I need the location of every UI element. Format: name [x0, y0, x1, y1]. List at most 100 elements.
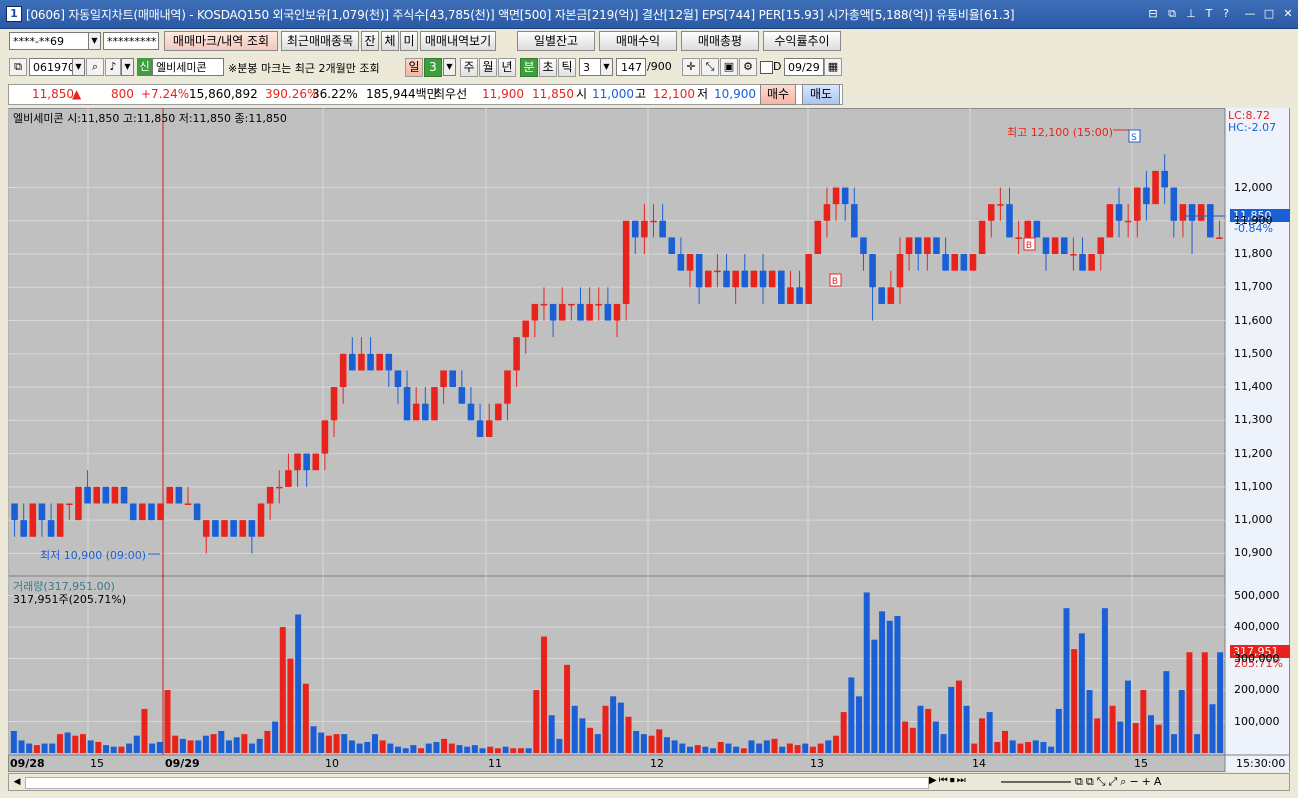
interval-dropdown[interactable]: ▼ [600, 58, 613, 76]
candle-body [303, 453, 310, 471]
period-month[interactable]: 월 [479, 58, 497, 77]
volume-bar [79, 734, 86, 753]
title-bar: 1 [0606] 자동일지차트(매매내역) - KOSDAQ150 외국인보유[… [0, 0, 1298, 29]
mark-query-button[interactable]: 매매마크/내역 조회 [164, 31, 278, 51]
zoom-slider[interactable] [1001, 781, 1071, 783]
candle-body [422, 403, 429, 421]
daily-balance-button[interactable]: 일별잔고 [517, 31, 595, 51]
balance-button[interactable]: 잔 [361, 31, 379, 51]
period-day[interactable]: 일 [405, 58, 423, 77]
stock-code-dropdown[interactable]: ▼ [72, 58, 85, 76]
volume-bar [817, 743, 824, 753]
recent-items-button[interactable]: 최근매매종목 [281, 31, 359, 51]
volume-bar [179, 738, 186, 753]
trade-summary-button[interactable]: 매매총평 [681, 31, 759, 51]
volume-ratio: 390.26% [265, 87, 319, 101]
account-dropdown[interactable]: ▼ [88, 32, 101, 50]
high-annotation: 최고 12,100 (15:00) [1007, 126, 1114, 139]
app-icon[interactable]: 1 [6, 6, 22, 22]
volume-bar [1155, 724, 1162, 753]
unfilled-button[interactable]: 미 [400, 31, 418, 51]
settings-icon[interactable]: ⚙ [739, 58, 757, 76]
candle-body [1006, 204, 1013, 238]
volume-bar [218, 730, 225, 753]
playback-controls-icon[interactable]: ▶⏮⏹⏭ [929, 775, 968, 786]
volume-bar [41, 743, 48, 753]
volume-bar [717, 741, 724, 753]
filled-button[interactable]: 체 [381, 31, 399, 51]
high-price: 12,100 [653, 87, 695, 101]
volume-bar [594, 734, 601, 753]
scroll-left-icon[interactable]: ◀ [11, 776, 23, 788]
help-icon[interactable]: ? [1219, 7, 1233, 20]
window-link-icon[interactable]: ⧉ [9, 58, 27, 76]
price-tick: 11,200 [1234, 446, 1273, 460]
link-icon[interactable]: ⧉ [1165, 7, 1179, 20]
volume-bar [1017, 743, 1024, 753]
minimize-button[interactable]: — [1243, 7, 1257, 20]
period-value[interactable]: 3 [424, 58, 442, 77]
candle-body [650, 220, 657, 223]
save-icon[interactable]: ▣ [720, 58, 738, 76]
volume-bar [195, 740, 202, 753]
date-checkbox[interactable] [760, 61, 773, 74]
sell-button[interactable]: 매도 [802, 84, 840, 105]
view-history-button[interactable]: 매매내역보기 [420, 31, 496, 51]
buy-button[interactable]: 매수 [760, 84, 796, 105]
zoom-tools-icon[interactable]: ⧉⧉⤡⤢⌕−+A [1075, 775, 1164, 789]
candle-body [75, 486, 82, 521]
layout-icon[interactable]: ⊟ [1146, 7, 1160, 20]
draw-tool-icon[interactable]: ⤡ [701, 58, 719, 76]
count-input[interactable]: 147 [616, 58, 646, 76]
volume-bar [886, 620, 893, 753]
speaker-dropdown[interactable]: ▼ [121, 58, 134, 76]
price-tick: 11,500 [1234, 346, 1273, 360]
candle-body [522, 320, 530, 338]
window-title: [0606] 자동일지차트(매매내역) - KOSDAQ150 외국인보유[1,… [26, 8, 1015, 22]
candle-body [1188, 204, 1196, 221]
candle-body [896, 254, 904, 288]
search-icon[interactable]: ⌕ [86, 58, 104, 76]
volume-bar [656, 729, 663, 753]
close-button[interactable]: ✕ [1281, 7, 1295, 20]
scroll-bar[interactable]: ◀ ▶⏮⏹⏭ ⧉⧉⤡⤢⌕−+A [8, 773, 1290, 791]
trade-profit-button[interactable]: 매매수익 [599, 31, 677, 51]
crosshair-icon[interactable]: ✛ [682, 58, 700, 76]
volume-bar [917, 705, 924, 753]
return-trend-button[interactable]: 수익률추이 [763, 31, 841, 51]
interval-input[interactable]: 3 [579, 58, 601, 76]
period-minute[interactable]: 분 [520, 58, 538, 77]
volume-bar [633, 730, 640, 753]
period-week[interactable]: 주 [460, 58, 478, 77]
x-label: 12 [650, 757, 664, 770]
candle-body [193, 503, 201, 521]
scroll-track[interactable] [25, 777, 929, 789]
font-icon[interactable]: T [1202, 7, 1216, 20]
candle-body [622, 220, 630, 304]
volume-bar [364, 741, 371, 753]
volume-bar [671, 740, 678, 753]
period-second[interactable]: 초 [539, 58, 557, 77]
candle-body [577, 303, 584, 321]
period-year[interactable]: 년 [498, 58, 516, 77]
chart-canvas[interactable]: S B B [8, 108, 1290, 772]
date-input[interactable]: 09/29 [784, 58, 824, 76]
password-input[interactable]: ********* [103, 32, 159, 50]
period-dropdown[interactable]: ▼ [443, 58, 456, 76]
volume-bar [1048, 746, 1055, 753]
account-input[interactable]: ****-**69 [9, 32, 89, 50]
volume-bar [210, 734, 217, 753]
volume-bar [456, 745, 463, 753]
speaker-icon[interactable]: ♪ [105, 58, 121, 76]
volume-tick: 500,000 [1234, 588, 1280, 602]
x-label: 11 [488, 757, 502, 770]
calendar-icon[interactable]: ▦ [824, 58, 842, 76]
candle-body [1024, 220, 1032, 238]
pin-icon[interactable]: ⊥ [1184, 7, 1198, 20]
volume-bar [986, 712, 993, 753]
maximize-button[interactable]: □ [1262, 7, 1276, 20]
candle-body [997, 204, 1004, 206]
stock-code-input[interactable]: 061970 [29, 58, 73, 76]
period-tick[interactable]: 틱 [558, 58, 576, 77]
candle-body [93, 486, 101, 504]
